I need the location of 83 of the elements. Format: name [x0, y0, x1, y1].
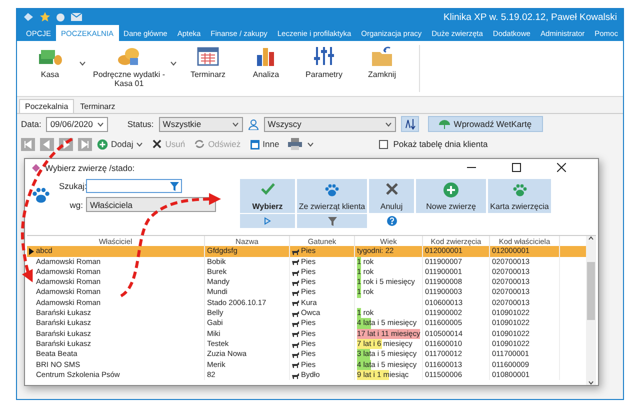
calendar-icon [196, 45, 220, 67]
caret-icon [384, 122, 392, 126]
date-field[interactable]: 09/06/2020 [46, 116, 108, 132]
dialog-button[interactable]: Anuluj [369, 179, 414, 213]
caret-icon [307, 142, 314, 146]
animal-icon [292, 310, 299, 317]
toolbar-button[interactable]: Dodaj [97, 138, 144, 150]
person-dropdown[interactable]: Wszyscy [264, 116, 396, 132]
checkbox[interactable] [379, 140, 388, 148]
dialog-button[interactable]: Ze zwierząt klienta [297, 179, 367, 213]
folder-icon [370, 45, 394, 67]
status-label: Status: [127, 119, 154, 129]
ribbon-button[interactable]: Analiza [239, 45, 293, 92]
status-dropdown[interactable]: Wszystkie [158, 116, 243, 132]
animal-icon [292, 320, 299, 328]
animal-icon [292, 330, 299, 338]
animal-icon [292, 350, 299, 358]
refresh-icon [194, 139, 206, 149]
dialog-button[interactable]: Nowe zwierzę [416, 179, 486, 213]
ribbon-button[interactable]: Podręczne wydatki - Kasa 01 [90, 45, 177, 92]
search-field[interactable] [86, 179, 182, 193]
paw-icon [31, 185, 51, 205]
caret-icon [136, 142, 144, 146]
umbrella-icon [438, 120, 450, 128]
animal-icon [292, 289, 299, 296]
app-logo-icon [23, 12, 34, 22]
sort-icon [404, 118, 416, 130]
sliders-icon [312, 45, 336, 67]
ribbon-button[interactable]: Kasa [23, 45, 86, 92]
play-icon [264, 217, 271, 225]
app-logo-icon [31, 162, 41, 172]
close-icon[interactable] [557, 163, 566, 172]
close-icon [152, 139, 162, 149]
scrollbar-thumb[interactable] [587, 262, 595, 320]
help-icon[interactable] [386, 216, 396, 226]
animal-icon [292, 268, 299, 276]
row-pointer-icon [29, 248, 34, 255]
dialog-button[interactable]: Wybierz [240, 179, 295, 213]
scroll-down-icon[interactable] [588, 381, 594, 385]
caret-icon [97, 122, 104, 126]
animal-icon [292, 248, 299, 255]
filter-button[interactable] [297, 214, 367, 228]
animal-icon [292, 258, 299, 266]
animal-icon [292, 361, 299, 368]
minimize-icon[interactable] [467, 166, 476, 168]
coins-icon [116, 45, 142, 67]
caret-icon [170, 61, 177, 66]
scroll-up-icon[interactable] [588, 236, 594, 240]
wetkarta-button[interactable]: Wprowadź WetKartę [428, 116, 543, 132]
star-icon [40, 12, 50, 22]
paw-icon [324, 182, 340, 198]
checkbox-label: Pokaż tabelę dnia klienta [393, 139, 488, 149]
sort-by-dropdown[interactable]: Właściciela [86, 197, 216, 212]
dialog-title: Wybierz zwierzę /stado: [45, 162, 135, 172]
animal-icon [292, 299, 299, 306]
by-label: wg: [68, 200, 83, 210]
caret-icon [79, 61, 86, 66]
toolbar-button[interactable]: Inne [250, 138, 280, 150]
ribbon-button[interactable]: Parametry [297, 45, 351, 92]
mail-icon [71, 13, 82, 21]
filter-icon [170, 182, 179, 190]
tab[interactable]: Poczekalnia [19, 99, 74, 113]
print-icon[interactable] [288, 138, 302, 150]
window-title: Klinika XP w. 5.19.02.12, Paweł Kowalski [443, 12, 617, 22]
calendar-icon [250, 138, 260, 150]
animal-icon [292, 278, 299, 286]
filter-icon [328, 216, 336, 226]
close-icon [384, 182, 398, 196]
sort-button[interactable] [400, 116, 419, 132]
maximize-icon[interactable] [512, 163, 521, 172]
date-label: Data: [21, 119, 42, 129]
caret-icon [232, 122, 239, 126]
animal-icon [292, 340, 299, 348]
checkmark-icon [260, 182, 276, 196]
user-icon [248, 118, 259, 130]
tab[interactable]: Terminarz [74, 99, 122, 113]
dialog-button[interactable]: Karta zwierzęcia [488, 179, 551, 213]
animal-icon [292, 372, 299, 378]
paw-icon [512, 182, 528, 198]
plus-circle-icon [97, 138, 108, 150]
ribbon-button[interactable]: Zamknij [355, 45, 409, 92]
ribbon-button[interactable]: Terminarz [181, 45, 235, 92]
plus-circle-icon [443, 182, 459, 198]
